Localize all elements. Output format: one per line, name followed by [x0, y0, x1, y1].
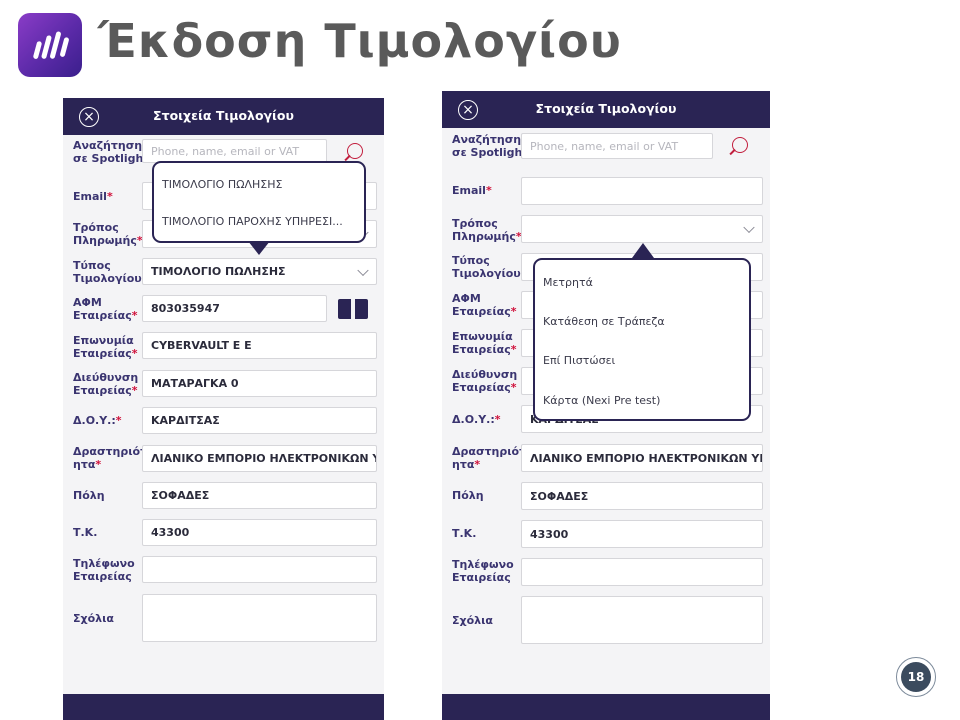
payment-method-dropdown: Μετρητά Κατάθεση σε Τράπεζα Επί Πιστώσει…: [533, 258, 751, 421]
panel-title: Στοιχεία Τιμολογίου: [153, 108, 294, 123]
vat-label: ΑΦΜ Εταιρείας*: [452, 292, 517, 318]
payment-method-label: Τρόπος Πληρωμής*: [452, 217, 522, 243]
activity-field[interactable]: ΛΙΑΝΙΚΟ ΕΜΠΟΡΙΟ ΗΛΕΚΤΡΟΝΙΚΩΝ ΥΠ...: [142, 445, 377, 472]
panel-footer: [442, 694, 770, 720]
email-label: Email*: [452, 184, 492, 197]
invoice-type-select[interactable]: ΤΙΜΟΛΟΓΙΟ ΠΩΛΗΣΗΣ: [142, 258, 377, 285]
app-logo-icon: [33, 31, 69, 59]
chevron-down-icon: [743, 221, 755, 234]
chevron-down-icon: [357, 264, 369, 276]
address-field[interactable]: ΜΑΤΑΡΑΓΚΑ 0: [142, 370, 377, 397]
city-label: Πόλη: [73, 489, 105, 502]
invoice-type-label: Τύπος Τιμολογίου*: [452, 254, 527, 280]
comments-textarea[interactable]: [521, 596, 763, 644]
activity-label: Δραστηριότ ητα*: [452, 445, 527, 471]
app-logo: [18, 13, 82, 77]
page-number-badge: 18: [896, 657, 936, 697]
invoice-details-screen-left: × Στοιχεία Τιμολογίου Αναζήτηση σε Spotl…: [63, 98, 384, 720]
company-phone-field[interactable]: [142, 556, 377, 583]
address-label: Διεύθυνση Εταιρείας*: [452, 368, 518, 394]
payment-method-label: Τρόπος Πληρωμής*: [73, 221, 143, 247]
dropdown-option[interactable]: Κατάθεση σε Τράπεζα: [543, 315, 741, 328]
postal-code-field[interactable]: 43300: [142, 519, 377, 546]
dropdown-option[interactable]: ΤΙΜΟΛΟΓΙΟ ΠΩΛΗΣΗΣ: [162, 178, 356, 191]
address-label: Διεύθυνση Εταιρείας*: [73, 371, 139, 397]
tax-office-label: Δ.Ο.Υ.:*: [452, 413, 501, 426]
comments-label: Σχόλια: [452, 614, 493, 627]
postal-code-label: Τ.Κ.: [73, 526, 98, 539]
company-phone-label: Τηλέφωνο Εταιρείας: [452, 558, 514, 584]
panel-header: × Στοιχεία Τιμολογίου: [442, 91, 770, 128]
dropdown-option[interactable]: Κάρτα (Nexi Pre test): [543, 394, 741, 407]
email-field[interactable]: [521, 177, 763, 205]
search-icon[interactable]: [732, 137, 748, 153]
dropdown-pointer: [632, 243, 654, 258]
search-input[interactable]: Phone, name, email or VAT: [521, 133, 713, 159]
page-number: 18: [901, 662, 931, 692]
postal-code-label: Τ.Κ.: [452, 527, 477, 540]
vat-field[interactable]: 803035947: [142, 295, 327, 322]
dropdown-option[interactable]: Μετρητά: [543, 276, 741, 289]
activity-label: Δραστηριότ ητα*: [73, 445, 148, 471]
activity-field[interactable]: ΛΙΑΝΙΚΟ ΕΜΠΟΡΙΟ ΗΛΕΚΤΡΟΝΙΚΩΝ ΥΠ...: [521, 444, 763, 472]
search-input[interactable]: Phone, name, email or VAT: [142, 139, 327, 163]
city-field[interactable]: ΣΟΦΑΔΕΣ: [142, 482, 377, 509]
email-label: Email*: [73, 190, 113, 203]
panel-footer: [63, 694, 384, 720]
search-label: Αναζήτηση σε Spotlight: [452, 133, 528, 159]
tax-office-label: Δ.Ο.Υ.:*: [73, 414, 122, 427]
company-phone-label: Τηλέφωνο Εταιρείας: [73, 557, 135, 583]
panel-title: Στοιχεία Τιμολογίου: [535, 101, 677, 116]
panel-header: × Στοιχεία Τιμολογίου: [63, 98, 384, 135]
search-icon[interactable]: [347, 143, 363, 159]
dropdown-option[interactable]: Επί Πιστώσει: [543, 354, 741, 367]
comments-label: Σχόλια: [73, 612, 114, 625]
invoice-type-label: Τύπος Τιμολογίου*: [73, 259, 148, 285]
tax-office-field[interactable]: ΚΑΡΔΙΤΣΑΣ: [142, 407, 377, 434]
vat-label: ΑΦΜ Εταιρείας*: [73, 296, 138, 322]
book-icon[interactable]: [338, 299, 368, 319]
company-name-field[interactable]: CYBERVAULT E E: [142, 332, 377, 359]
company-name-label: Επωνυμία Εταιρείας*: [73, 334, 138, 360]
slide-title: Έκδοση Τιμολογίου: [98, 14, 622, 68]
invoice-type-dropdown: ΤΙΜΟΛΟΓΙΟ ΠΩΛΗΣΗΣ ΤΙΜΟΛΟΓΙΟ ΠΑΡΟΧΗΣ ΥΠΗΡ…: [152, 161, 366, 243]
search-label: Αναζήτηση σε Spotlight: [73, 139, 149, 165]
payment-method-select[interactable]: [521, 215, 763, 243]
company-phone-field[interactable]: [521, 558, 763, 586]
company-name-label: Επωνυμία Εταιρείας*: [452, 330, 517, 356]
dropdown-option[interactable]: ΤΙΜΟΛΟΓΙΟ ΠΑΡΟΧΗΣ ΥΠΗΡΕΣΙ...: [162, 215, 356, 228]
invoice-details-screen-right: × Στοιχεία Τιμολογίου Αναζήτηση σε Spotl…: [442, 91, 770, 720]
comments-textarea[interactable]: [142, 594, 377, 642]
postal-code-field[interactable]: 43300: [521, 520, 763, 548]
city-label: Πόλη: [452, 489, 484, 502]
city-field[interactable]: ΣΟΦΑΔΕΣ: [521, 482, 763, 510]
dropdown-pointer: [248, 241, 270, 255]
